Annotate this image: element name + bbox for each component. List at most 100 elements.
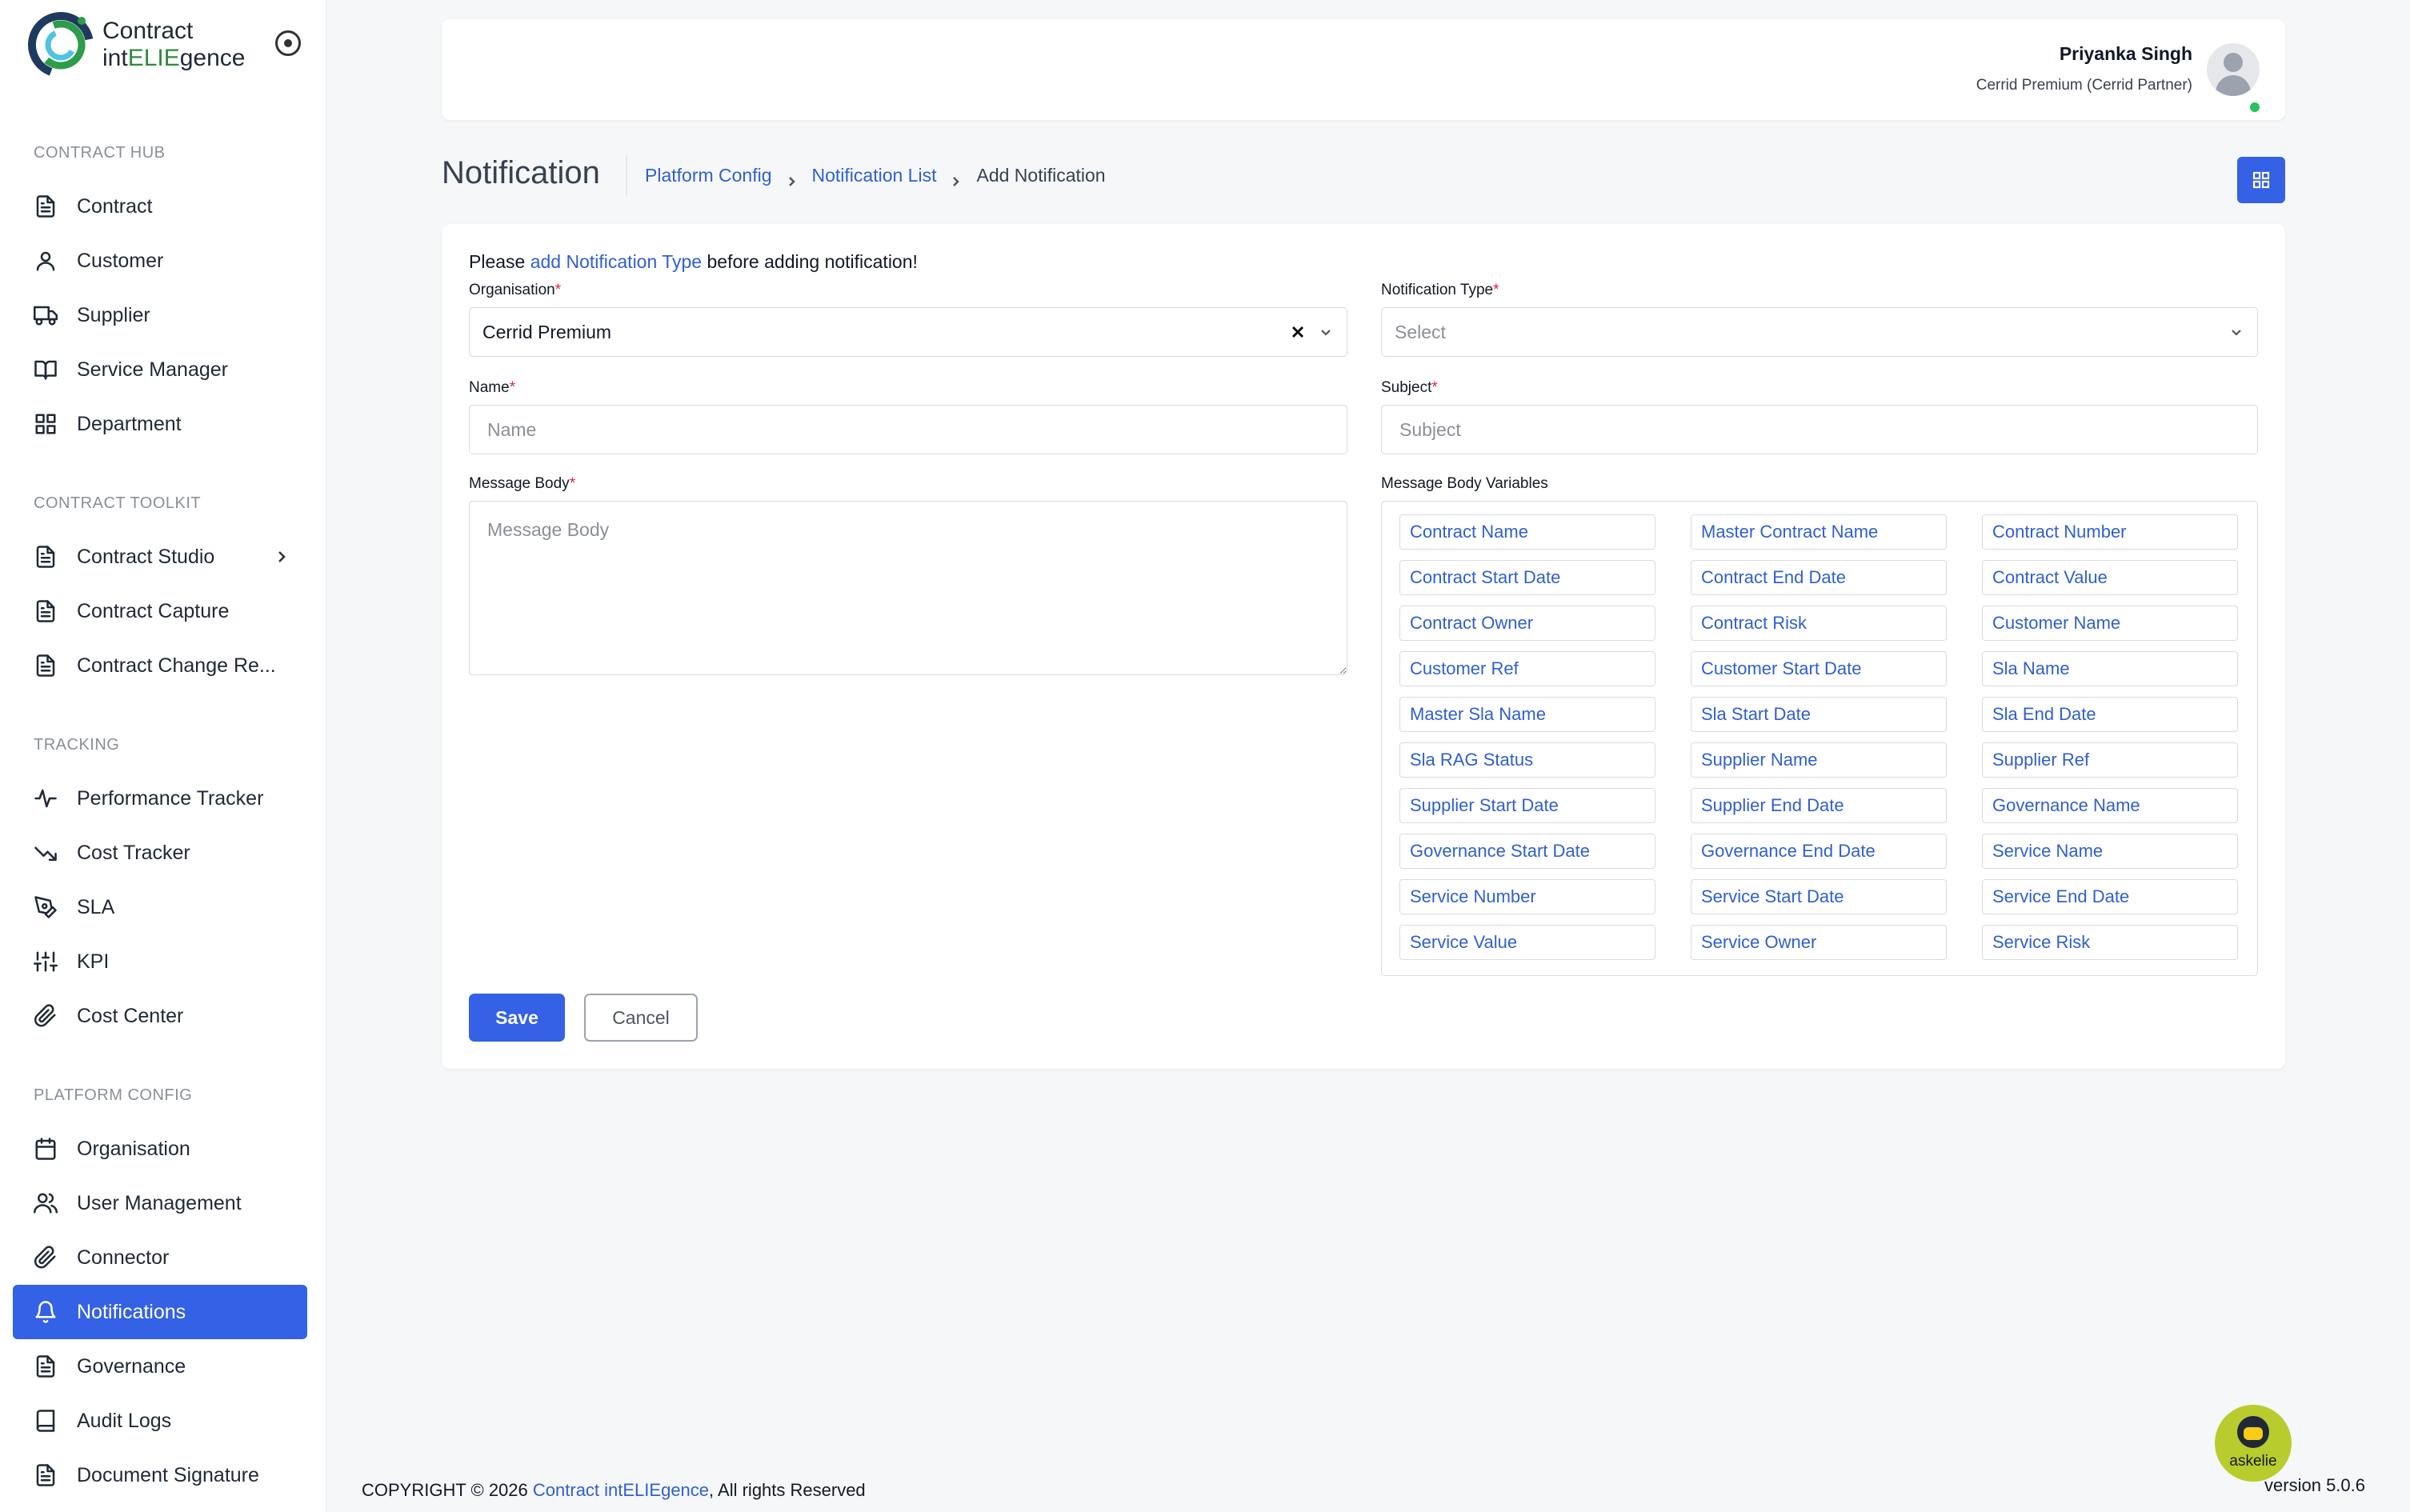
cancel-button[interactable]: Cancel: [584, 994, 698, 1042]
add-notification-type-link[interactable]: add Notification Type: [530, 251, 702, 272]
section-title-contract-toolkit: CONTRACT TOOLKIT: [34, 494, 202, 512]
copyright-link[interactable]: Contract intELIEgence: [533, 1480, 709, 1500]
variable-chip[interactable]: Service Risk: [1982, 925, 2238, 960]
sidebar-item-sla[interactable]: SLA: [13, 880, 307, 934]
variable-chip[interactable]: Contract Value: [1982, 560, 2238, 595]
activity-icon: [34, 786, 58, 810]
required-asterisk: *: [1431, 379, 1438, 396]
message-body-textarea[interactable]: [469, 501, 1347, 675]
organisation-label-text: Organisation: [469, 282, 555, 298]
notification-type-select[interactable]: Select: [1381, 307, 2258, 357]
variable-chip[interactable]: Supplier Name: [1691, 742, 1947, 778]
variable-chip[interactable]: Supplier Start Date: [1399, 788, 1655, 823]
chevron-down-icon[interactable]: [1318, 324, 1334, 340]
variable-chip[interactable]: Contract Start Date: [1399, 560, 1655, 595]
name-input[interactable]: [469, 405, 1347, 454]
variable-chip[interactable]: Sla Start Date: [1691, 697, 1947, 732]
sidebar-item-connector[interactable]: Connector: [13, 1230, 307, 1285]
calendar-icon: [34, 1137, 58, 1161]
file-text-icon: [34, 654, 58, 678]
subject-input[interactable]: [1381, 405, 2258, 454]
chevron-right-icon: [272, 547, 291, 566]
sidebar: Contract intELIEgence CONTRACT HUB Contr…: [0, 0, 326, 1512]
breadcrumb-platform-config[interactable]: Platform Config: [645, 165, 772, 186]
variable-chip[interactable]: Sla Name: [1982, 651, 2238, 686]
app-logo[interactable]: Contract intELIEgence: [24, 8, 264, 80]
variable-chip[interactable]: Customer Start Date: [1691, 651, 1947, 686]
clear-icon[interactable]: [1289, 323, 1307, 341]
logo-line-2-suffix: gence: [179, 45, 246, 71]
grid-view-button[interactable]: [2237, 157, 2285, 203]
book-icon: [34, 1409, 58, 1433]
sidebar-toggle-icon[interactable]: [275, 30, 301, 56]
breadcrumb-notification-list[interactable]: Notification List: [812, 165, 937, 186]
variable-chip[interactable]: Supplier Ref: [1982, 742, 2238, 778]
variable-chip[interactable]: Service End Date: [1982, 879, 2238, 914]
askelie-assistant-button[interactable]: askelie: [2215, 1405, 2292, 1482]
sidebar-item-organisation[interactable]: Organisation: [13, 1122, 307, 1176]
sidebar-item-performance-tracker[interactable]: Performance Tracker: [13, 771, 307, 826]
user-name[interactable]: Priyanka Singh: [2060, 43, 2192, 65]
variable-chip[interactable]: Supplier End Date: [1691, 788, 1947, 823]
variable-chip[interactable]: Contract End Date: [1691, 560, 1947, 595]
sidebar-item-label: Supplier: [77, 303, 150, 326]
variable-chip[interactable]: Service Name: [1982, 834, 2238, 869]
sidebar-item-supplier[interactable]: Supplier: [13, 288, 307, 342]
sidebar-item-contract-studio[interactable]: Contract Studio: [13, 530, 307, 584]
variable-chip[interactable]: Contract Owner: [1399, 606, 1655, 641]
variable-chip[interactable]: Customer Ref: [1399, 651, 1655, 686]
sidebar-item-document-signature[interactable]: Document Signature: [13, 1448, 307, 1502]
variable-chip[interactable]: Contract Name: [1399, 514, 1655, 550]
variable-chip[interactable]: Customer Name: [1982, 606, 2238, 641]
sidebar-item-contract[interactable]: Contract: [13, 179, 307, 234]
variable-chip[interactable]: Contract Risk: [1691, 606, 1947, 641]
variable-chip[interactable]: Governance End Date: [1691, 834, 1947, 869]
sidebar-item-label: Governance: [77, 1354, 186, 1378]
sliders-icon: [34, 950, 58, 974]
variable-chip[interactable]: Contract Number: [1982, 514, 2238, 550]
chevron-down-icon[interactable]: [2228, 324, 2244, 340]
required-asterisk: *: [1493, 282, 1499, 298]
sidebar-item-contract-change-request[interactable]: Contract Change Re...: [13, 638, 307, 693]
variable-chip[interactable]: Service Start Date: [1691, 879, 1947, 914]
file-text-icon: [34, 545, 58, 569]
grid-icon: [34, 412, 58, 436]
logo-text: Contract intELIEgence: [102, 18, 245, 72]
sidebar-item-cost-center[interactable]: Cost Center: [13, 989, 307, 1043]
top-header: Priyanka Singh Cerrid Premium (Cerrid Pa…: [442, 19, 2285, 120]
variable-chip[interactable]: Service Owner: [1691, 925, 1947, 960]
sidebar-item-label: KPI: [77, 950, 110, 973]
sidebar-item-user-management[interactable]: User Management: [13, 1176, 307, 1230]
sidebar-item-notifications[interactable]: Notifications: [13, 1285, 307, 1339]
variable-chip[interactable]: Sla RAG Status: [1399, 742, 1655, 778]
save-button[interactable]: Save: [469, 994, 565, 1042]
logo-line-2: intELIEgence: [102, 45, 245, 72]
logo-line-2-prefix: int: [102, 45, 128, 71]
variable-chip[interactable]: Master Sla Name: [1399, 697, 1655, 732]
user-icon: [34, 249, 58, 273]
truck-icon: [34, 303, 58, 327]
sidebar-item-customer[interactable]: Customer: [13, 234, 307, 288]
variable-chip[interactable]: Sla End Date: [1982, 697, 2238, 732]
sidebar-item-service-manager[interactable]: Service Manager: [13, 342, 307, 397]
variable-chip[interactable]: Governance Start Date: [1399, 834, 1655, 869]
sidebar-item-department[interactable]: Department: [13, 397, 307, 451]
organisation-select[interactable]: Cerrid Premium: [469, 307, 1347, 357]
sidebar-item-governance[interactable]: Governance: [13, 1339, 307, 1394]
sidebar-item-kpi[interactable]: KPI: [13, 934, 307, 989]
variable-chip[interactable]: Governance Name: [1982, 788, 2238, 823]
sidebar-item-label: SLA: [77, 895, 115, 918]
avatar-head-shape: [2224, 53, 2243, 72]
sidebar-item-cost-tracker[interactable]: Cost Tracker: [13, 826, 307, 880]
logo-line-1: Contract: [102, 18, 194, 44]
message-body-label-text: Message Body: [469, 475, 570, 492]
sidebar-item-label: Organisation: [77, 1137, 190, 1160]
variable-chip[interactable]: Service Number: [1399, 879, 1655, 914]
subject-label-text: Subject: [1381, 379, 1432, 396]
variable-chip[interactable]: Service Value: [1399, 925, 1655, 960]
variable-chip[interactable]: Master Contract Name: [1691, 514, 1947, 550]
sidebar-item-audit-logs[interactable]: Audit Logs: [13, 1394, 307, 1448]
sidebar-item-contract-capture[interactable]: Contract Capture: [13, 584, 307, 638]
avatar[interactable]: [2207, 43, 2260, 96]
sidebar-item-label: Connector: [77, 1246, 170, 1269]
